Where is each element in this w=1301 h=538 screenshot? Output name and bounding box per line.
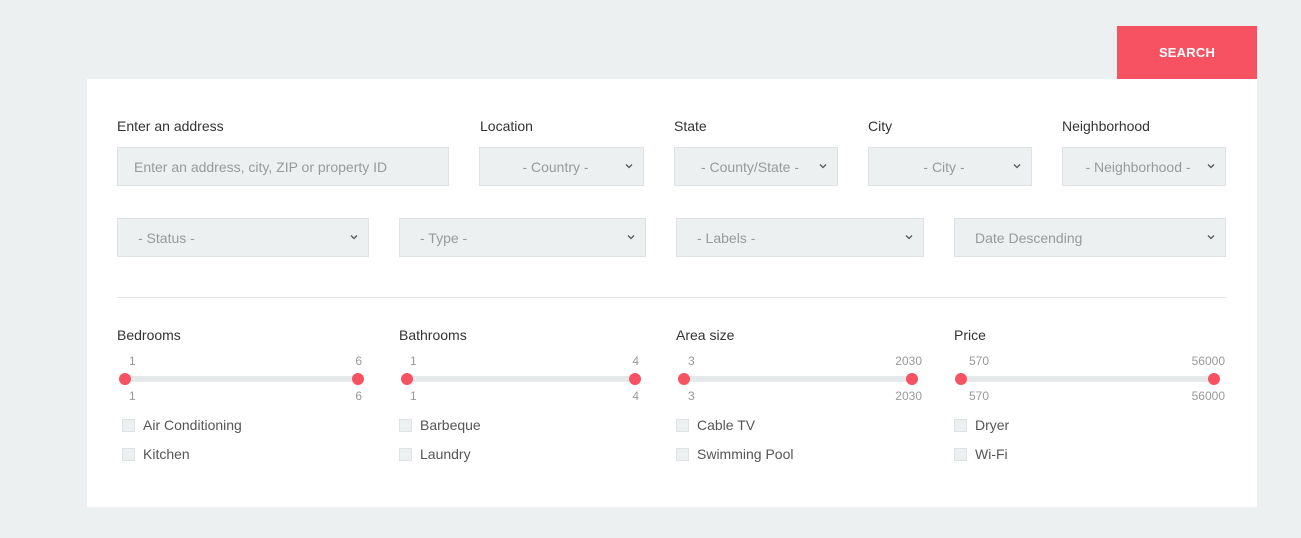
amenity-dryer[interactable]: Dryer (954, 417, 1009, 433)
checkbox[interactable] (122, 418, 135, 432)
range-min-label: 1 (129, 354, 136, 368)
amenity-barbeque[interactable]: Barbeque (399, 417, 481, 433)
range-handle-low[interactable] (955, 373, 967, 385)
checkbox[interactable] (954, 447, 967, 461)
type-select[interactable]: - Type - (399, 218, 646, 257)
labels-select-value: - Labels - (697, 229, 756, 246)
range-max-label: 56000 (1191, 354, 1225, 368)
amenity-laundry[interactable]: Laundry (399, 446, 471, 462)
status-select[interactable]: - Status - (117, 218, 369, 257)
range-high-value: 2030 (895, 389, 922, 403)
range-low-value: 570 (969, 389, 990, 403)
checkbox-label: Swimming Pool (697, 446, 794, 462)
state-label: State (674, 118, 707, 134)
amenity-wi-fi[interactable]: Wi-Fi (954, 446, 1008, 462)
section-divider (117, 297, 1226, 298)
range-handle-low[interactable] (401, 373, 413, 385)
range-label: Area size (676, 327, 735, 343)
neighborhood-select[interactable]: - Neighborhood - (1062, 147, 1226, 186)
checkbox[interactable] (676, 418, 689, 432)
checkbox[interactable] (399, 418, 412, 432)
city-select-value: - City - (923, 158, 965, 175)
amenity-cable-tv[interactable]: Cable TV (676, 417, 755, 433)
checkbox[interactable] (954, 418, 967, 432)
chevron-down-icon (1207, 235, 1215, 240)
range-label: Price (954, 327, 986, 343)
checkbox-label: Barbeque (420, 417, 481, 433)
range-track[interactable] (125, 376, 358, 382)
checkbox-label: Laundry (420, 446, 471, 462)
checkbox-label: Dryer (975, 417, 1010, 433)
city-select[interactable]: - City - (868, 147, 1032, 186)
state-select-value: - County/State - (700, 158, 800, 175)
amenity-swimming-pool[interactable]: Swimming Pool (676, 446, 793, 462)
range-high-value: 6 (355, 389, 362, 403)
range-low-value: 1 (129, 389, 136, 403)
labels-select[interactable]: - Labels - (676, 218, 924, 257)
range-handle-high[interactable] (629, 373, 641, 385)
checkbox-label: Wi-Fi (975, 446, 1008, 462)
sort-select[interactable]: Date Descending (954, 218, 1226, 257)
address-label: Enter an address (117, 118, 224, 134)
city-label: City (868, 118, 893, 134)
range-track[interactable] (961, 376, 1214, 382)
range-handle-high[interactable] (352, 373, 364, 385)
range-handle-low[interactable] (119, 373, 131, 385)
range-max-label: 4 (632, 354, 639, 368)
range-handle-low[interactable] (678, 373, 690, 385)
range-min-label: 570 (969, 354, 990, 368)
country-select[interactable]: - Country - (479, 147, 644, 186)
search-button[interactable]: SEARCH (1117, 26, 1257, 79)
range-track[interactable] (407, 376, 635, 382)
chevron-down-icon (350, 235, 358, 240)
range-max-label: 2030 (895, 354, 922, 368)
chevron-down-icon (627, 235, 635, 240)
neighborhood-label: Neighborhood (1062, 118, 1150, 134)
range-high-value: 4 (632, 389, 639, 403)
checkbox-label: Cable TV (697, 417, 756, 433)
range-low-value: 1 (410, 389, 417, 403)
checkbox-label: Air Conditioning (143, 417, 242, 433)
range-max-label: 6 (355, 354, 362, 368)
state-select[interactable]: - County/State - (674, 147, 838, 186)
location-label: Location (480, 118, 533, 134)
chevron-down-icon (819, 164, 827, 169)
search-panel: Enter an address Location State City Nei… (87, 79, 1257, 507)
range-handle-high[interactable] (906, 373, 918, 385)
neighborhood-select-value: - Neighborhood - (1085, 158, 1191, 175)
chevron-down-icon (905, 235, 913, 240)
range-handle-high[interactable] (1208, 373, 1220, 385)
checkbox[interactable] (122, 447, 135, 461)
status-select-value: - Status - (138, 229, 195, 246)
chevron-down-icon (1207, 164, 1215, 169)
country-select-value: - Country - (522, 158, 589, 175)
amenity-air-conditioning[interactable]: Air Conditioning (122, 417, 242, 433)
range-label: Bedrooms (117, 327, 181, 343)
range-label: Bathrooms (399, 327, 467, 343)
chevron-down-icon (625, 164, 633, 169)
range-track[interactable] (684, 376, 912, 382)
range-min-label: 1 (410, 354, 417, 368)
type-select-value: - Type - (420, 229, 468, 246)
sort-select-value: Date Descending (975, 229, 1083, 246)
range-low-value: 3 (688, 389, 695, 403)
range-min-label: 3 (688, 354, 695, 368)
checkbox[interactable] (399, 447, 412, 461)
checkbox[interactable] (676, 447, 689, 461)
checkbox-label: Kitchen (143, 446, 190, 462)
chevron-down-icon (1013, 164, 1021, 169)
address-input[interactable]: Enter an address, city, ZIP or property … (117, 147, 449, 186)
amenity-kitchen[interactable]: Kitchen (122, 446, 190, 462)
address-placeholder: Enter an address, city, ZIP or property … (134, 158, 388, 175)
range-high-value: 56000 (1191, 389, 1225, 403)
